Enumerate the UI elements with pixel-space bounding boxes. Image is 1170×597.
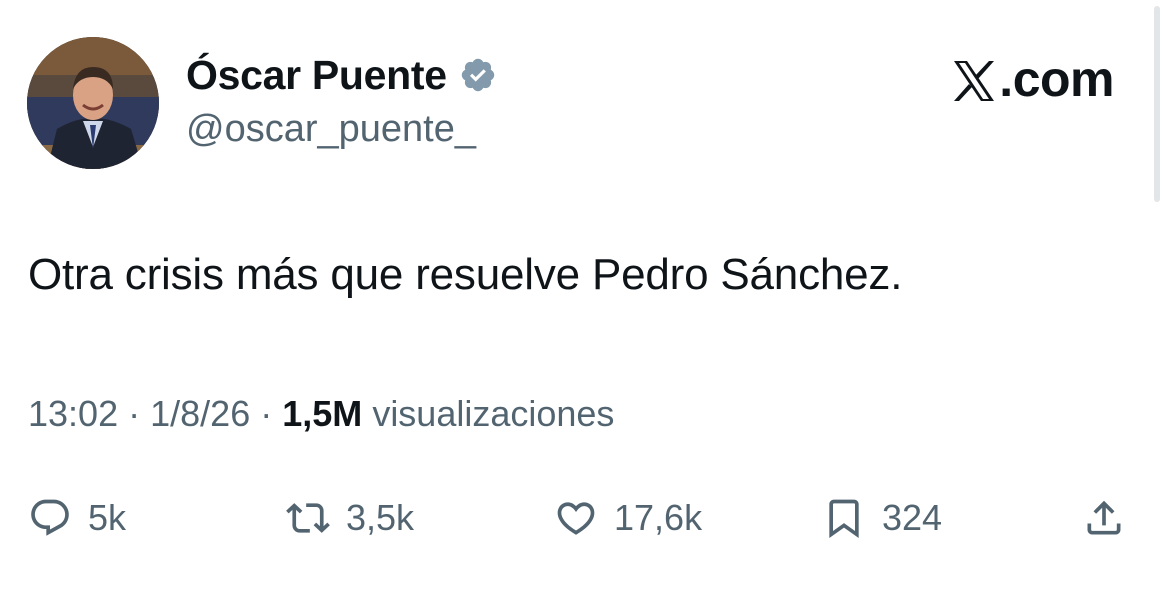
- heart-icon: [557, 502, 595, 535]
- scrollbar[interactable]: [1154, 6, 1160, 202]
- reply-count: 5k: [88, 497, 127, 538]
- like-button[interactable]: 17,6k: [554, 488, 702, 548]
- repost-icon: [286, 503, 330, 533]
- share-icon: [1087, 500, 1121, 535]
- views-label: visualizaciones: [372, 393, 615, 434]
- author-name[interactable]: Óscar Puente: [186, 52, 447, 99]
- repost-button[interactable]: 3,5k: [286, 488, 414, 548]
- bookmark-icon: [829, 499, 859, 539]
- verified-badge-icon: [459, 56, 497, 94]
- reply-button[interactable]: 5k: [28, 488, 126, 548]
- action-bar: 5k 3,5k 17,6k 324: [28, 488, 1143, 548]
- tweet-text: Otra crisis más que resuelve Pedro Sánch…: [28, 250, 903, 299]
- tweet-date[interactable]: 1/8/26: [150, 393, 250, 434]
- brand-logo: .com: [951, 50, 1114, 108]
- like-count: 17,6k: [614, 497, 703, 538]
- bookmark-button[interactable]: 324: [822, 488, 942, 548]
- meta-separator: ·: [260, 393, 273, 434]
- repost-count: 3,5k: [346, 497, 415, 538]
- x-logo-icon: [951, 57, 997, 101]
- bookmark-count: 324: [882, 497, 943, 538]
- views-count: 1,5M: [282, 393, 363, 434]
- tweet-time[interactable]: 13:02: [28, 393, 118, 434]
- share-button[interactable]: [1082, 488, 1126, 548]
- tweet-meta: 13:02 · 1/8/26 · 1,5M visualizaciones: [28, 393, 614, 435]
- brand-domain: .com: [999, 51, 1114, 107]
- reply-icon: [31, 499, 69, 536]
- meta-separator: ·: [128, 393, 141, 434]
- avatar[interactable]: [27, 37, 159, 169]
- author-handle[interactable]: @oscar_puente_: [186, 108, 476, 151]
